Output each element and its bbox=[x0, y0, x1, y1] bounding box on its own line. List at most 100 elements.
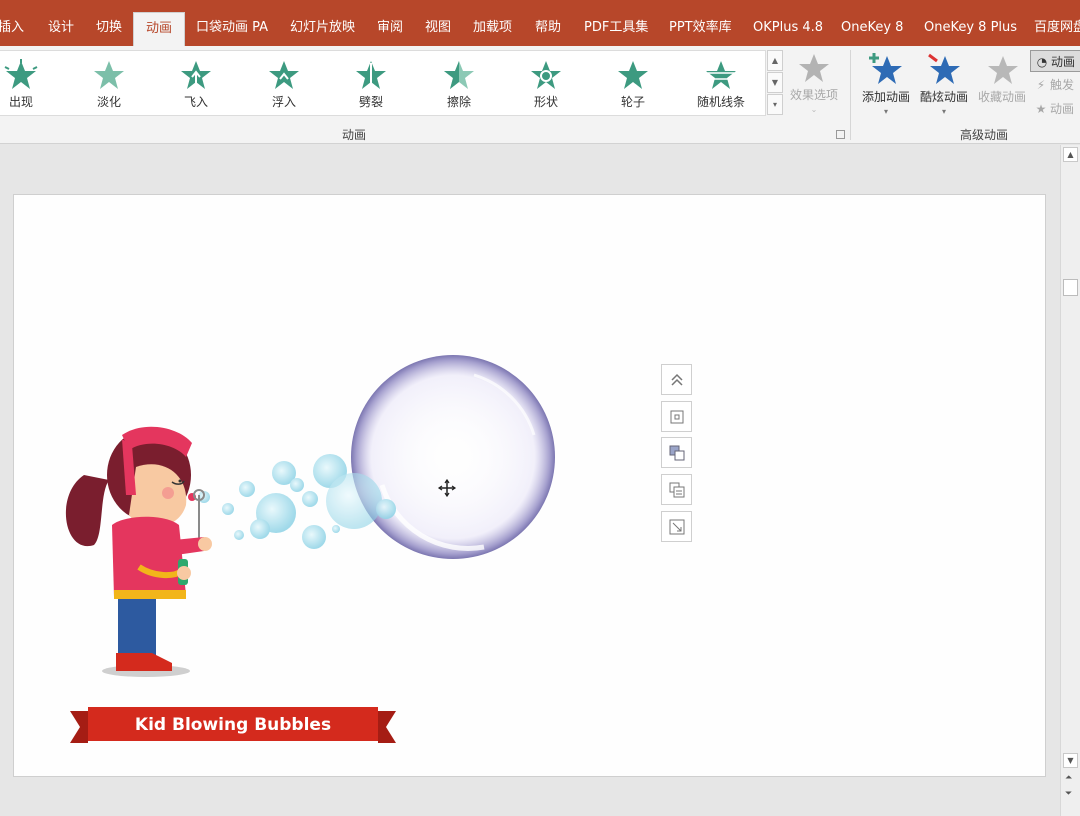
animation-painter-label: 动画 bbox=[1050, 102, 1075, 116]
tab-pdf-tools[interactable]: PDF工具集 bbox=[584, 0, 648, 46]
anim-random-bars-label: 随机线条 bbox=[696, 95, 745, 109]
anim-split-label: 劈裂 bbox=[358, 95, 383, 109]
star-lines-icon bbox=[706, 61, 736, 89]
chevron-down-icon: ▾ bbox=[941, 107, 946, 116]
star-cool-icon bbox=[928, 53, 960, 84]
slide[interactable]: Kid Blowing Bubbles bbox=[13, 194, 1046, 777]
trigger-button[interactable]: ⚡ 触发 bbox=[1030, 74, 1074, 96]
previous-slide-icon[interactable]: ⏶ bbox=[1065, 773, 1072, 783]
animation-pane-icon: ◔ bbox=[1036, 55, 1048, 69]
anim-fade[interactable]: 淡化 bbox=[74, 55, 144, 113]
star-add-icon bbox=[869, 53, 902, 84]
dialog-launcher-icon[interactable] bbox=[836, 130, 845, 139]
tab-review[interactable]: 审阅 bbox=[377, 0, 403, 46]
scroll-down-button[interactable]: ▼ bbox=[1063, 753, 1078, 768]
anim-appear-label: 出现 bbox=[8, 95, 33, 109]
effect-options-label: 效果选项 bbox=[789, 88, 838, 102]
tab-okplus[interactable]: OKPlus 4.8 bbox=[753, 0, 823, 46]
tab-baidu-netdisk[interactable]: 百度网盘 bbox=[1034, 0, 1080, 46]
lightning-icon: ⚡ bbox=[1036, 78, 1046, 92]
anim-wheel[interactable]: 轮子 bbox=[598, 55, 668, 113]
tab-transitions[interactable]: 切换 bbox=[96, 0, 122, 46]
tab-addins[interactable]: 加载项 bbox=[473, 0, 512, 46]
star-shape-icon bbox=[531, 61, 561, 89]
scroll-thumb[interactable] bbox=[1063, 279, 1078, 296]
tab-onekey8[interactable]: OneKey 8 bbox=[841, 0, 903, 46]
anim-wheel-label: 轮子 bbox=[620, 95, 645, 109]
slide-editing-area: Kid Blowing Bubbles bbox=[0, 145, 1060, 816]
align-center-button[interactable] bbox=[661, 401, 692, 432]
tab-ppt-efficiency[interactable]: PPT效率库 bbox=[669, 0, 732, 46]
layers-icon bbox=[669, 445, 684, 461]
gallery-expand-button[interactable]: ▾ bbox=[767, 94, 783, 115]
align-center-icon bbox=[670, 410, 683, 424]
star-painter-icon: ★ bbox=[1035, 102, 1047, 116]
anim-random-bars[interactable]: 随机线条 bbox=[686, 55, 756, 113]
tab-pocket-animation[interactable]: 口袋动画 PA bbox=[196, 0, 268, 46]
animation-gallery: 出现 淡化 飞入 浮入 劈裂 擦除 形状 轮子 随机线条 bbox=[0, 50, 766, 116]
gallery-scroll-down-button[interactable]: ▼ bbox=[767, 72, 783, 93]
star-split-icon bbox=[356, 61, 386, 89]
crop-resize-button[interactable] bbox=[661, 511, 692, 542]
chevron-down-icon: ⌄ bbox=[810, 105, 818, 114]
star-wipe-icon bbox=[444, 61, 474, 89]
trigger-label: 触发 bbox=[1050, 78, 1075, 92]
group-separator bbox=[850, 50, 851, 140]
distribute-button[interactable] bbox=[661, 474, 692, 505]
anim-split[interactable]: 劈裂 bbox=[336, 55, 406, 113]
favorite-animation-label: 收藏动画 bbox=[977, 90, 1026, 104]
banner-text: Kid Blowing Bubbles bbox=[135, 715, 331, 735]
tab-slideshow[interactable]: 幻灯片放映 bbox=[290, 0, 355, 46]
animation-pane-button[interactable]: ◔ 动画 bbox=[1030, 50, 1080, 72]
big-bubble[interactable] bbox=[351, 355, 555, 559]
star-wheel-icon bbox=[618, 61, 648, 89]
tab-onekey8-plus[interactable]: OneKey 8 Plus bbox=[924, 0, 1017, 46]
title-banner: Kid Blowing Bubbles bbox=[70, 707, 396, 743]
star-burst-icon bbox=[4, 59, 38, 89]
anim-float-in-label: 浮入 bbox=[271, 95, 296, 109]
anim-appear[interactable]: 出现 bbox=[0, 55, 56, 113]
gallery-scroll: ▲ ▼ ▾ bbox=[767, 50, 783, 116]
group-label-advanced-animation: 高级动画 bbox=[960, 128, 1009, 142]
star-fly-icon bbox=[181, 61, 211, 89]
chevron-down-icon: ▾ bbox=[883, 107, 888, 116]
slide-artwork: Kid Blowing Bubbles bbox=[65, 355, 555, 743]
anim-shape[interactable]: 形状 bbox=[511, 55, 581, 113]
anim-float-in[interactable]: 浮入 bbox=[249, 55, 319, 113]
cool-animation-label: 酷炫动画 bbox=[919, 90, 968, 104]
add-animation-button[interactable]: 添加动画 ▾ bbox=[854, 52, 918, 124]
anim-fly-in-label: 飞入 bbox=[183, 95, 208, 109]
add-animation-label: 添加动画 bbox=[861, 90, 910, 104]
tab-help[interactable]: 帮助 bbox=[535, 0, 561, 46]
anim-fly-in[interactable]: 飞入 bbox=[161, 55, 231, 113]
ribbon-body: 出现 淡化 飞入 浮入 劈裂 擦除 形状 轮子 随机线条 ▲ ▼ ▾ 效果选项 … bbox=[0, 46, 1080, 144]
animation-pane-label: 动画 bbox=[1051, 55, 1076, 69]
scroll-up-button[interactable]: ▲ bbox=[1063, 147, 1078, 162]
star-gray-icon bbox=[799, 54, 829, 82]
effect-options-button[interactable]: 效果选项 ⌄ bbox=[782, 52, 846, 124]
arrange-layers-button[interactable] bbox=[661, 437, 692, 468]
tab-view[interactable]: 视图 bbox=[425, 0, 451, 46]
resize-icon bbox=[669, 519, 684, 535]
animation-painter-button[interactable]: ★ 动画 bbox=[1030, 98, 1074, 120]
anim-fade-label: 淡化 bbox=[96, 95, 121, 109]
next-slide-icon[interactable]: ⏷ bbox=[1065, 789, 1072, 799]
ribbon-tab-bar: 插入 设计 切换 动画 口袋动画 PA 幻灯片放映 审阅 视图 加载项 帮助 P… bbox=[0, 0, 1080, 46]
anim-wipe[interactable]: 擦除 bbox=[424, 55, 494, 113]
vertical-scrollbar[interactable]: ▲ ▼ ⏶ ⏷ bbox=[1060, 145, 1080, 816]
gallery-scroll-up-button[interactable]: ▲ bbox=[767, 50, 783, 71]
star-favorite-icon bbox=[988, 56, 1018, 84]
favorite-animation-button[interactable]: 收藏动画 bbox=[970, 52, 1034, 124]
bring-forward-button[interactable] bbox=[661, 364, 692, 395]
tab-insert[interactable]: 插入 bbox=[0, 0, 24, 46]
cool-animation-button[interactable]: 酷炫动画 ▾ bbox=[912, 52, 976, 124]
star-float-icon bbox=[269, 61, 299, 89]
group-label-animation: 动画 bbox=[342, 128, 367, 142]
star-fade-icon bbox=[94, 61, 124, 89]
girl-illustration bbox=[65, 426, 212, 677]
tab-animations[interactable]: 动画 bbox=[133, 12, 186, 46]
distribute-icon bbox=[669, 482, 684, 498]
double-chevron-up-icon bbox=[670, 373, 683, 386]
anim-shape-label: 形状 bbox=[533, 95, 558, 109]
tab-design[interactable]: 设计 bbox=[48, 0, 74, 46]
